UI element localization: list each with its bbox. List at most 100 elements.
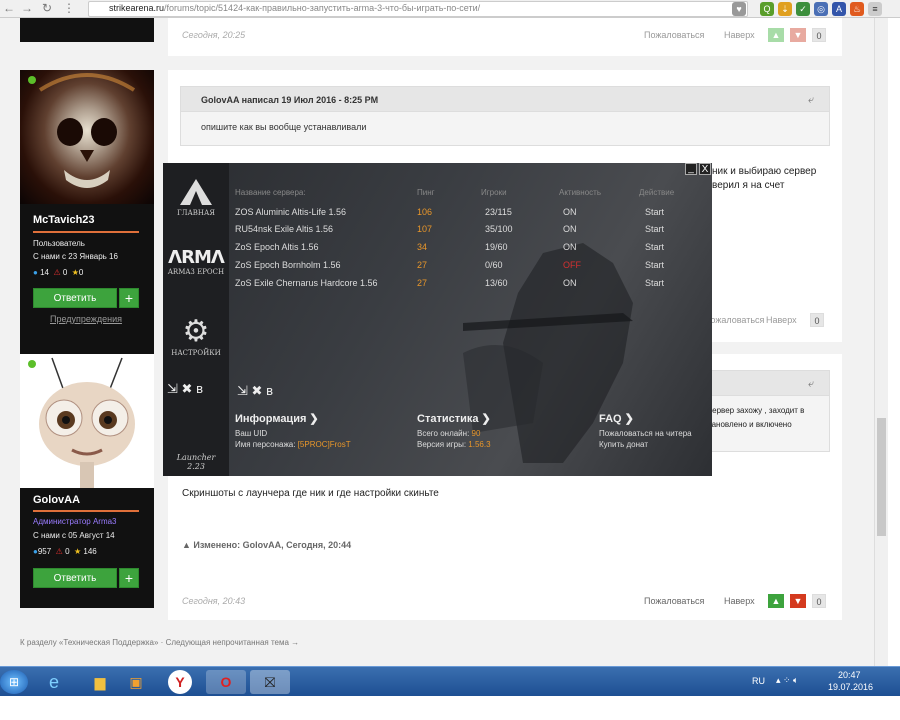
forward-icon[interactable]: → bbox=[20, 1, 34, 15]
menu-icon[interactable]: ≡ bbox=[868, 2, 882, 16]
online-line: Всего онлайн: 90 bbox=[417, 429, 480, 438]
username[interactable]: McTavich23 bbox=[33, 214, 95, 226]
top-link[interactable]: Наверх bbox=[724, 596, 755, 606]
warning-icon: ⚠ bbox=[53, 268, 61, 277]
login-icon[interactable]: ⇲ bbox=[167, 381, 178, 396]
arma-logo-icon: ΛRMΛ bbox=[168, 247, 225, 268]
start-button[interactable]: ⊞ bbox=[0, 670, 28, 694]
browser-toolbar: ← → ↻ ⋮ strikearena.ru/forums/topic/5142… bbox=[0, 0, 900, 18]
col-ping-header: Пинг bbox=[417, 188, 435, 197]
nav-settings[interactable]: ⚙ НАСТРОЙКИ bbox=[163, 315, 229, 358]
stats-section-link[interactable]: Статистика ❯ bbox=[417, 412, 491, 425]
avatar[interactable] bbox=[20, 70, 154, 204]
buy-donate-link[interactable]: Купить донат bbox=[599, 440, 648, 449]
app-window-icon[interactable]: ⛝ bbox=[250, 670, 290, 694]
search-extension-icon[interactable]: Q bbox=[760, 2, 774, 16]
version-label: Launcher bbox=[176, 453, 216, 462]
start-button[interactable]: Start bbox=[645, 207, 664, 217]
col-action-header: Действие bbox=[639, 188, 675, 197]
vote-down-button[interactable]: ▼ bbox=[790, 594, 806, 608]
footer-links[interactable]: К разделу «Техническая Поддержка» · След… bbox=[20, 638, 299, 647]
online-indicator bbox=[28, 76, 36, 84]
yandex-icon[interactable]: Y bbox=[168, 670, 192, 694]
tools-icon[interactable]: ✖ bbox=[182, 381, 193, 396]
server-ping: 34 bbox=[417, 242, 428, 252]
language-indicator[interactable]: RU bbox=[752, 676, 765, 686]
quote-arrow-icon[interactable]: ⤶ bbox=[808, 94, 814, 107]
server-row[interactable]: ZoS Epoch Bornholm 1.56 27 0/60 OFF Star… bbox=[235, 257, 695, 275]
vote-down-button[interactable]: ▼ bbox=[790, 28, 806, 42]
adblock-extension-icon[interactable]: ◎ bbox=[814, 2, 828, 16]
close-button[interactable]: X bbox=[699, 163, 711, 175]
server-row[interactable]: RU54nsk Exile Altis 1.56 107 35/100 ON S… bbox=[235, 221, 695, 239]
download-extension-icon[interactable]: ⇣ bbox=[778, 2, 792, 16]
apps-icon[interactable]: ⋮ bbox=[62, 1, 76, 15]
username[interactable]: GolovAA bbox=[33, 494, 80, 506]
warnings-link[interactable]: Предупреждения bbox=[50, 314, 122, 324]
start-button[interactable]: Start bbox=[645, 242, 664, 252]
scrollbar[interactable] bbox=[874, 18, 888, 666]
user-sidebar: McTavich23 Пользователь С нами с 23 Янва… bbox=[20, 70, 154, 356]
user-stats: ● 14 ⚠ 0 ★0 bbox=[33, 268, 83, 277]
report-link[interactable]: Пожаловаться bbox=[704, 315, 764, 325]
posts-count: 957 bbox=[37, 547, 52, 556]
report-link[interactable]: Пожаловаться bbox=[644, 30, 704, 40]
report-cheater-link[interactable]: Пожаловаться на читера bbox=[599, 429, 692, 438]
server-row[interactable]: ZoS Exile Chernarus Hardcore 1.56 27 13/… bbox=[235, 275, 695, 293]
nick-label: Имя персонажа: bbox=[235, 440, 298, 449]
reply-button[interactable]: Ответить bbox=[33, 288, 117, 308]
post-text-line: вервер захожу , заходит в bbox=[708, 406, 805, 415]
quote-arrow-icon[interactable]: ⤶ bbox=[808, 378, 814, 391]
start-button[interactable]: Start bbox=[645, 224, 664, 234]
minimize-button[interactable]: _ bbox=[685, 163, 697, 175]
info-section-link[interactable]: Информация ❯ bbox=[235, 412, 319, 425]
vote-up-button[interactable]: ▲ bbox=[768, 594, 784, 608]
folder-icon[interactable]: ▆ bbox=[80, 670, 120, 694]
faq-section-link[interactable]: FAQ ❯ bbox=[599, 412, 634, 425]
server-row[interactable]: ZoS Epoch Altis 1.56 34 19/60 ON Start bbox=[235, 239, 695, 257]
top-link[interactable]: Наверх bbox=[766, 315, 797, 325]
reply-button[interactable]: Ответить bbox=[33, 568, 117, 588]
edited-text: Изменено: GolovAA, Сегодня, 20:44 bbox=[193, 540, 352, 550]
multiquote-button[interactable]: + bbox=[119, 568, 139, 588]
fire-extension-icon[interactable]: ♨ bbox=[850, 2, 864, 16]
start-button[interactable]: Start bbox=[645, 260, 664, 270]
opera-icon[interactable]: O bbox=[206, 670, 246, 694]
login-icon[interactable]: ⇲ bbox=[237, 383, 248, 398]
nav-arma3-epoch[interactable]: ΛRMΛ ARMA3 EPOCH bbox=[163, 247, 229, 276]
top-link[interactable]: Наверх bbox=[724, 30, 755, 40]
server-row[interactable]: ZOS Aluminic Altis-Life 1.56 106 23/115 … bbox=[235, 204, 695, 222]
clock-date[interactable]: 19.07.2016 bbox=[828, 682, 873, 692]
reload-icon[interactable]: ↻ bbox=[40, 1, 54, 15]
clock-time[interactable]: 20:47 bbox=[838, 670, 861, 680]
avatar[interactable] bbox=[20, 354, 154, 488]
server-players: 23/115 bbox=[485, 207, 512, 217]
back-icon[interactable]: ← bbox=[2, 1, 16, 15]
server-name: ZoS Exile Chernarus Hardcore 1.56 bbox=[235, 278, 378, 288]
tools-icon[interactable]: ✖ bbox=[252, 383, 263, 398]
report-link[interactable]: Пожаловаться bbox=[644, 596, 704, 606]
shield-extension-icon[interactable]: ✓ bbox=[796, 2, 810, 16]
multiquote-button[interactable]: + bbox=[119, 288, 139, 308]
server-ping: 106 bbox=[417, 207, 433, 217]
vk-icon[interactable]: в bbox=[266, 383, 273, 398]
start-button[interactable]: Start bbox=[645, 278, 664, 288]
scrollbar-thumb[interactable] bbox=[877, 418, 886, 536]
nav-home[interactable]: ГЛАВНАЯ bbox=[163, 177, 229, 217]
address-bar[interactable]: strikearena.ru/forums/topic/51424-как-пр… bbox=[88, 1, 748, 17]
ie-icon[interactable]: e bbox=[34, 670, 74, 694]
post-text-line: тановлено и включено bbox=[708, 420, 792, 429]
translate-extension-icon[interactable]: A bbox=[832, 2, 846, 16]
url-path: /forums/topic/51424-как-правильно-запуст… bbox=[164, 3, 481, 13]
warns-count: 0 bbox=[62, 268, 68, 277]
media-icon[interactable]: ▣ bbox=[116, 670, 156, 694]
vote-up-button[interactable]: ▲ bbox=[768, 28, 784, 42]
online-label: Всего онлайн: bbox=[417, 429, 472, 438]
vk-icon[interactable]: в bbox=[196, 381, 203, 396]
tray-icons[interactable]: ▴ ⁘ 🔈︎ bbox=[776, 675, 798, 686]
user-divider bbox=[33, 510, 139, 512]
bookmark-heart-icon[interactable]: ♥ bbox=[732, 2, 746, 16]
posts-count: 14 bbox=[40, 268, 49, 277]
posts-icon: ● bbox=[33, 268, 38, 277]
launcher-tools: ⇲ ✖ в bbox=[237, 383, 273, 399]
